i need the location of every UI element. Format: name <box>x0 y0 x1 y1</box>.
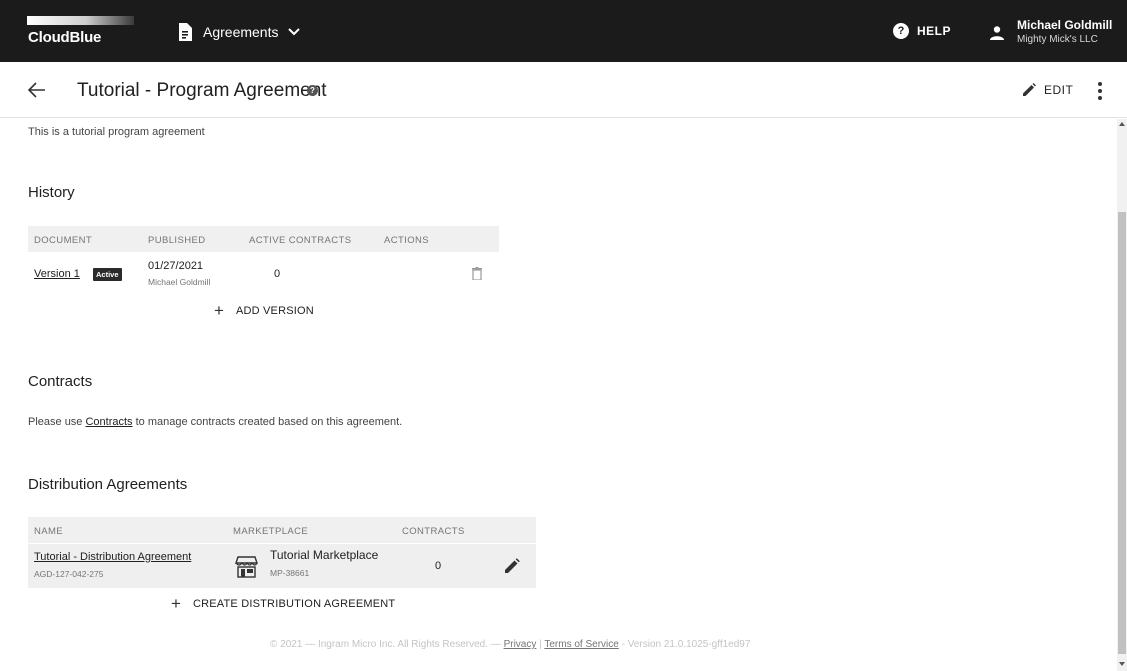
delete-icon[interactable] <box>472 267 482 280</box>
footer-version: - Version 21.0.1025-gff1ed97 <box>618 639 751 650</box>
table-row[interactable]: Tutorial - Distribution Agreement AGD-12… <box>28 544 536 588</box>
published-by: Michael Goldmill <box>148 277 211 287</box>
footer-copyright: © 2021 — Ingram Micro Inc. All Rights Re… <box>270 639 504 650</box>
history-col-published: PUBLISHED <box>148 235 206 246</box>
create-distribution-label: CREATE DISTRIBUTION AGREEMENT <box>192 598 396 610</box>
footer: © 2021 — Ingram Micro Inc. All Rights Re… <box>270 639 750 650</box>
active-contracts-count: 0 <box>274 268 281 280</box>
distribution-col-contracts: CONTRACTS <box>402 526 465 537</box>
published-date: 01/27/2021 <box>148 260 204 272</box>
contracts-text-before: Please use <box>28 416 86 428</box>
status-badge: Active <box>93 268 122 281</box>
distribution-contracts-count: 0 <box>435 560 442 572</box>
edit-label: EDIT <box>1044 83 1074 97</box>
distribution-table-header: NAME MARKETPLACE CONTRACTS <box>28 517 536 543</box>
contracts-title: Contracts <box>28 373 93 390</box>
terms-link[interactable]: Terms of Service <box>544 639 618 650</box>
pencil-icon[interactable] <box>504 558 520 574</box>
person-icon <box>990 26 1004 40</box>
help-label: HELP <box>917 24 952 38</box>
cloudblue-logo[interactable]: CloudBlue <box>27 16 137 46</box>
help-button[interactable]: ? HELP <box>893 23 951 39</box>
help-icon: ? <box>893 23 909 39</box>
history-col-actions: ACTIONS <box>384 235 430 246</box>
contracts-text-after: to manage contracts created based on thi… <box>132 416 403 428</box>
pencil-icon <box>1023 83 1036 96</box>
history-col-document: DOCUMENT <box>34 235 93 246</box>
page-header: Tutorial - Program Agreement ? EDIT <box>0 62 1127 118</box>
module-switcher[interactable]: Agreements <box>178 22 301 42</box>
user-name: Michael Goldmill <box>1017 18 1113 32</box>
distribution-col-marketplace: MARKETPLACE <box>233 526 309 537</box>
privacy-link[interactable]: Privacy <box>504 639 537 650</box>
scroll-up-icon[interactable] <box>1119 122 1125 126</box>
chevron-down-icon <box>288 28 301 36</box>
add-version-button[interactable]: + ADD VERSION <box>214 301 314 320</box>
plus-icon: + <box>171 594 181 613</box>
page-title: Tutorial - Program Agreement <box>77 80 327 101</box>
marketplace-store-icon <box>235 556 258 578</box>
version-link[interactable]: Version 1 <box>34 268 80 280</box>
distribution-col-name: NAME <box>34 526 64 537</box>
distribution-agreement-id: AGD-127-042-275 <box>34 569 104 579</box>
logo-text: CloudBlue <box>28 29 102 46</box>
scrollbar-thumb[interactable] <box>1118 212 1126 654</box>
add-version-label: ADD VERSION <box>235 305 314 317</box>
user-menu[interactable]: Michael Goldmill Mighty Mick's LLC <box>990 18 1112 45</box>
scroll-down-icon[interactable] <box>1119 662 1125 666</box>
user-org: Mighty Mick's LLC <box>1017 34 1098 45</box>
back-arrow-icon[interactable] <box>28 82 46 98</box>
history-table-header: DOCUMENT PUBLISHED ACTIVE CONTRACTS ACTI… <box>28 226 499 252</box>
history-col-active-contracts: ACTIVE CONTRACTS <box>249 235 352 246</box>
contracts-info: Please use Contracts to manage contracts… <box>28 416 402 428</box>
more-options-icon[interactable] <box>1092 80 1108 102</box>
top-bar: CloudBlue Agreements ? HELP Michael Gold… <box>0 0 1127 62</box>
contracts-link[interactable]: Contracts <box>85 416 132 428</box>
history-title: History <box>28 184 75 201</box>
edit-button[interactable]: EDIT <box>1022 83 1073 97</box>
module-label: Agreements <box>203 24 279 40</box>
marketplace-id: MP-38661 <box>270 568 310 578</box>
plus-icon: + <box>214 301 224 320</box>
marketplace-name: Tutorial Marketplace <box>270 548 379 562</box>
create-distribution-agreement-button[interactable]: + CREATE DISTRIBUTION AGREEMENT <box>171 594 396 613</box>
info-icon[interactable]: ? <box>307 85 318 96</box>
document-icon <box>179 23 192 41</box>
distribution-title: Distribution Agreements <box>28 476 188 493</box>
logo-bar <box>27 16 134 25</box>
agreement-description: This is a tutorial program agreement <box>28 126 205 138</box>
distribution-agreement-link[interactable]: Tutorial - Distribution Agreement <box>34 551 191 563</box>
